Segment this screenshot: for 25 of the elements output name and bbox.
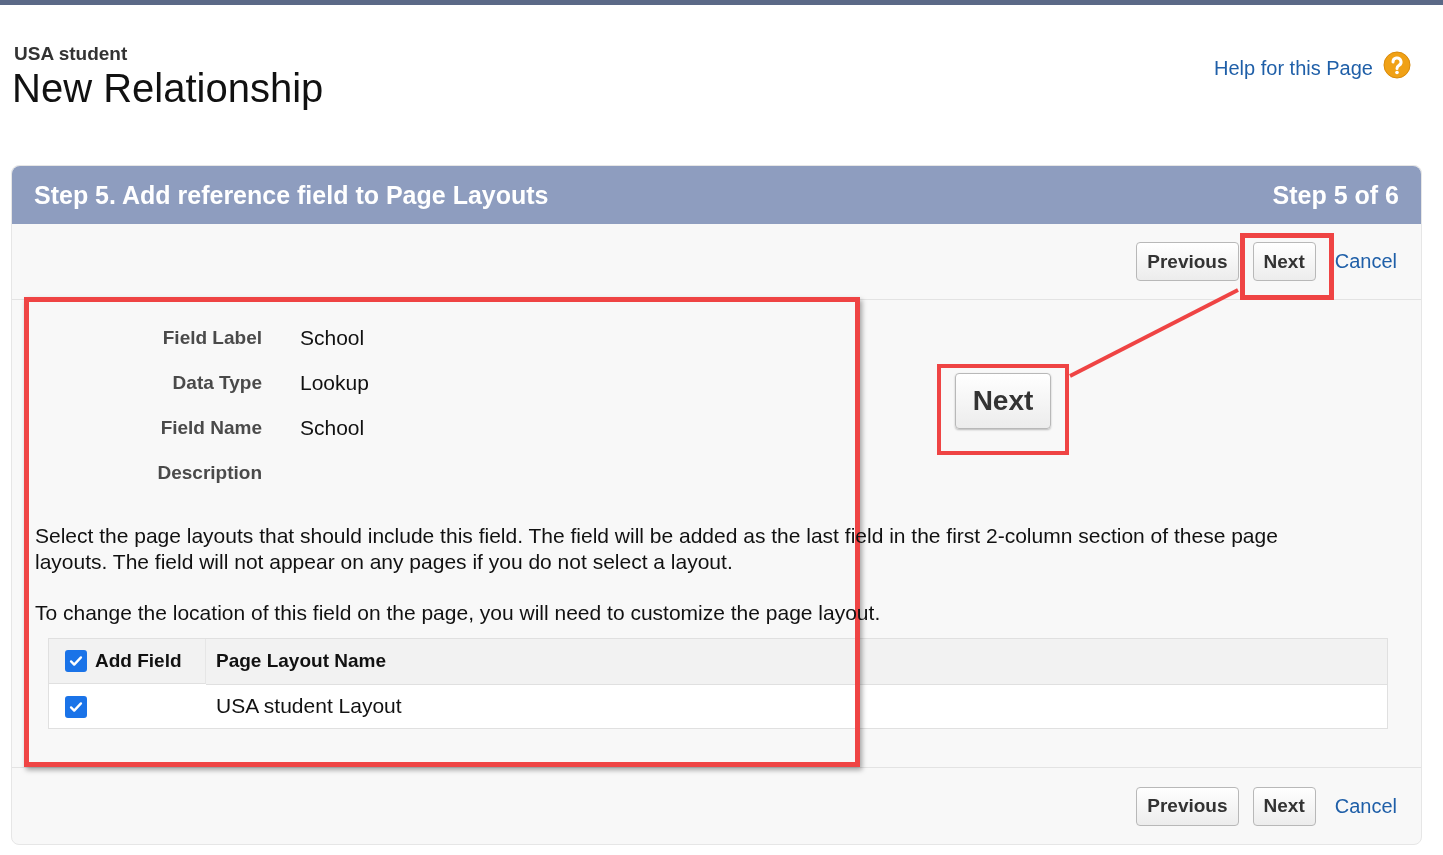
field-value: School	[300, 415, 365, 440]
help-link[interactable]: Help for this Page	[1214, 56, 1373, 80]
field-value: Lookup	[300, 370, 369, 395]
checkbox[interactable]	[65, 695, 87, 718]
column-header: Add Field	[95, 650, 182, 672]
wizard-button[interactable]: Next	[1252, 242, 1316, 281]
field-label: Description	[156, 461, 262, 484]
column-header: Page Layout Name	[216, 650, 386, 672]
next-button[interactable]: Next	[955, 372, 1051, 429]
page-title: New Relationship	[12, 65, 324, 111]
checkbox[interactable]	[65, 650, 87, 672]
cancel-link[interactable]: Cancel	[1334, 250, 1397, 273]
field-label: Field Label	[161, 326, 262, 349]
wizard-button[interactable]: Previous	[1136, 242, 1239, 281]
step-counter: Step 5 of 6	[1272, 180, 1399, 210]
field-label: Data Type	[171, 371, 262, 394]
object-name: USA student	[13, 43, 129, 65]
cancel-link[interactable]: Cancel	[1334, 794, 1397, 818]
field-value: School	[300, 325, 365, 350]
field-label: Field Name	[159, 416, 262, 439]
wizard-button[interactable]: Previous	[1136, 786, 1239, 826]
help-icon[interactable]	[1383, 51, 1411, 79]
wizard-button[interactable]: Next	[1252, 786, 1316, 826]
step-title: Step 5. Add reference field to Page Layouts	[34, 180, 549, 210]
table-cell: USA student Layout	[216, 694, 402, 717]
